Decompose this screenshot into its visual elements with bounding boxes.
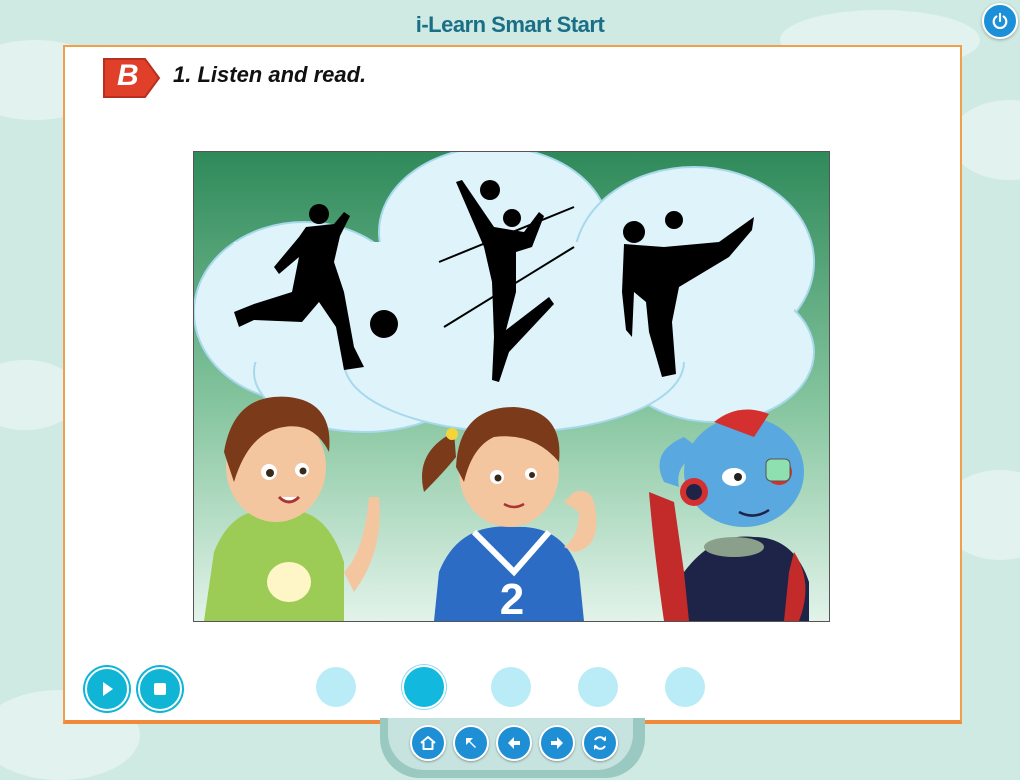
lesson-illustration: 2 <box>193 151 830 622</box>
refresh-icon <box>594 736 606 750</box>
power-icon <box>992 12 1008 30</box>
play-button[interactable] <box>85 667 129 711</box>
lesson-panel: B 1. Listen and read. 2 <box>63 45 962 724</box>
shirt-number: 2 <box>500 575 524 621</box>
next-button[interactable] <box>539 725 575 761</box>
power-button[interactable] <box>982 3 1018 39</box>
menu-back-button[interactable] <box>453 725 489 761</box>
instruction-text: 1. Listen and read. <box>173 62 367 87</box>
section-letter: B <box>117 59 139 92</box>
page-dot-5[interactable] <box>665 667 705 707</box>
stop-icon <box>154 683 166 695</box>
page-dot-1[interactable] <box>316 667 356 707</box>
page-dot-2-active[interactable] <box>402 665 446 709</box>
page-dot-4[interactable] <box>578 667 618 707</box>
stop-button[interactable] <box>138 667 182 711</box>
home-icon <box>420 736 436 750</box>
arrow-left-icon <box>508 737 520 749</box>
arrow-right-icon <box>551 737 563 749</box>
app-title: i-Learn Smart Start <box>415 12 605 37</box>
play-icon <box>103 682 113 696</box>
arrow-up-left-icon <box>466 738 476 748</box>
home-button[interactable] <box>410 725 446 761</box>
page-dot-3[interactable] <box>491 667 531 707</box>
refresh-button[interactable] <box>582 725 618 761</box>
previous-button[interactable] <box>496 725 532 761</box>
illustration-art: 2 <box>194 152 829 621</box>
